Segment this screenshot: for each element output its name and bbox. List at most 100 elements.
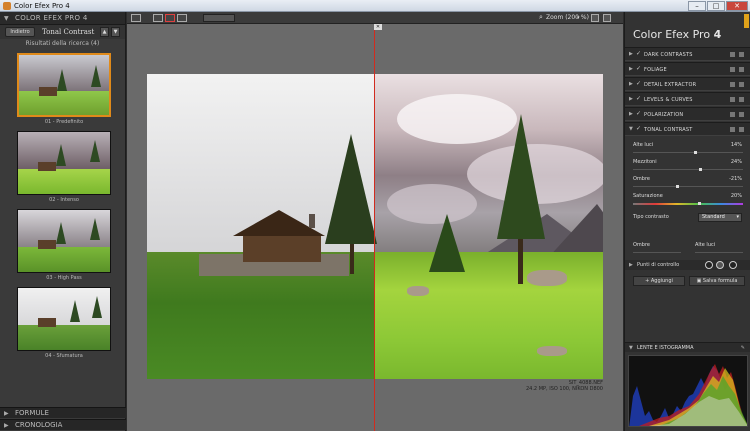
- filter-name: Tonal Contrast: [42, 28, 95, 36]
- loupe-toggle-icon[interactable]: [591, 14, 599, 22]
- copy-icon[interactable]: [730, 97, 735, 102]
- collapse-icon[interactable]: ▼: [629, 126, 633, 132]
- save-recipe-button[interactable]: ▣ Salva formula: [689, 276, 745, 286]
- filter-detail-extractor[interactable]: ▶ ✓ DETAIL EXTRACTOR: [625, 77, 750, 91]
- control-points-row[interactable]: ▶ Punti di controllo: [625, 260, 750, 270]
- copy-icon[interactable]: [730, 52, 735, 57]
- preset-thumbnail-4[interactable]: [17, 287, 111, 351]
- expand-icon[interactable]: ▶: [629, 96, 633, 102]
- expand-icon[interactable]: ▶: [629, 81, 633, 87]
- saturation-slider-knob[interactable]: [698, 202, 701, 205]
- midtones-slider[interactable]: [633, 169, 743, 170]
- copy-icon[interactable]: [730, 67, 735, 72]
- expand-icon[interactable]: ▶: [629, 51, 633, 57]
- add-filter-label: Aggiungi: [650, 278, 673, 284]
- filter-dark-contrasts[interactable]: ▶ ✓ DARK CONTRASTS: [625, 47, 750, 61]
- expand-icon[interactable]: ▶: [629, 66, 633, 72]
- background-toggle-icon[interactable]: [603, 14, 611, 22]
- thumb-grass: [18, 325, 110, 350]
- highlights-slider[interactable]: [633, 152, 743, 153]
- chevron-down-icon[interactable]: ▾: [577, 12, 580, 24]
- maximize-button[interactable]: □: [707, 1, 725, 11]
- add-filter-button[interactable]: + Aggiungi: [633, 276, 685, 286]
- check-icon[interactable]: ✓: [636, 65, 641, 72]
- contrast-type-label: Tipo contrasto: [633, 214, 669, 220]
- delete-icon[interactable]: [739, 52, 744, 57]
- filters-panel: Color Efex Pro 4 ▶ ✓ DARK CONTRASTS ▶ ✓ …: [624, 12, 750, 431]
- collapse-icon[interactable]: ▼: [629, 345, 633, 351]
- side-by-side-icon[interactable]: [165, 14, 175, 22]
- file-info: SIT_4088.NEF 24.2 MP, ISO 100, NIKON D80…: [526, 380, 603, 392]
- control-point-mask-icon[interactable]: [729, 261, 737, 269]
- cronologia-section[interactable]: ▶ CRONOLOGIA: [0, 419, 126, 430]
- filter-levels-curves[interactable]: ▶ ✓ LEVELS & CURVES: [625, 92, 750, 106]
- thumb-tree: [56, 144, 66, 166]
- loupe-histogram-header[interactable]: ▼ LENTE E ISTOGRAMMA ✎: [625, 342, 750, 352]
- check-icon[interactable]: ✓: [636, 95, 641, 102]
- cronologia-label: CRONOLOGIA: [15, 421, 63, 429]
- expand-icon[interactable]: ▶: [629, 111, 633, 117]
- saturation-slider[interactable]: [633, 203, 743, 205]
- split-handle-icon[interactable]: ✕: [374, 24, 382, 30]
- thumb-house: [38, 162, 56, 171]
- filter-polarization[interactable]: ▶ ✓ POLARIZATION: [625, 107, 750, 121]
- delete-icon[interactable]: [739, 97, 744, 102]
- delete-icon[interactable]: [739, 67, 744, 72]
- back-button[interactable]: Indietro: [5, 27, 35, 37]
- close-button[interactable]: ✕: [726, 1, 748, 11]
- presets-toolrow: Indietro Tonal Contrast ▲ ▼: [0, 25, 125, 39]
- check-icon[interactable]: ✓: [636, 50, 641, 57]
- preset-thumbnail-2[interactable]: [17, 131, 111, 195]
- protect-shadows-label: Ombre: [633, 242, 651, 248]
- preset-label-2: 02 - Intenso: [49, 197, 79, 203]
- presets-header[interactable]: ▼ COLOR EFEX PRO 4: [0, 12, 125, 25]
- pin-icon[interactable]: ✎: [741, 343, 745, 353]
- shadows-value: -21%: [729, 176, 742, 182]
- split-divider[interactable]: [374, 30, 375, 431]
- contrast-type-dropdown[interactable]: Standard ▾: [698, 213, 742, 222]
- split-view-icon[interactable]: [153, 14, 163, 22]
- protect-highlights-slider[interactable]: [695, 252, 743, 253]
- formule-section[interactable]: ▶ FORMULE: [0, 407, 126, 418]
- nav-up-button[interactable]: ▲: [100, 27, 109, 37]
- histogram-graph: [629, 364, 747, 426]
- thumb-house: [38, 240, 56, 249]
- delete-icon[interactable]: [739, 112, 744, 117]
- brand-version: 4: [713, 28, 722, 41]
- copy-icon[interactable]: [730, 127, 735, 132]
- single-view-icon[interactable]: [131, 14, 141, 22]
- minimize-button[interactable]: –: [688, 1, 706, 11]
- chevron-down-icon: ▾: [736, 214, 739, 220]
- check-icon[interactable]: ✓: [636, 110, 641, 117]
- thumb-tree: [70, 300, 80, 322]
- nav-down-button[interactable]: ▼: [111, 27, 120, 37]
- midtones-slider-knob[interactable]: [699, 168, 702, 171]
- copy-icon[interactable]: [730, 112, 735, 117]
- remove-control-point-icon[interactable]: [716, 261, 724, 269]
- pine-tree-right: [497, 114, 545, 239]
- delete-icon[interactable]: [739, 127, 744, 132]
- background-color-slider[interactable]: [203, 14, 235, 22]
- expand-icon: ▶: [4, 410, 9, 417]
- filter-foliage[interactable]: ▶ ✓ FOLIAGE: [625, 62, 750, 76]
- shadows-slider[interactable]: [633, 186, 743, 187]
- add-control-point-icon[interactable]: [705, 261, 713, 269]
- copy-icon[interactable]: [730, 82, 735, 87]
- check-icon[interactable]: ✓: [636, 125, 641, 132]
- preset-thumbnail-1[interactable]: [17, 53, 111, 117]
- expand-icon[interactable]: ▶: [629, 262, 633, 268]
- filter-tonal-contrast[interactable]: ▼ ✓ TONAL CONTRAST: [625, 122, 750, 136]
- check-icon[interactable]: ✓: [636, 80, 641, 87]
- preset-thumbnail-3[interactable]: [17, 209, 111, 273]
- shadows-slider-knob[interactable]: [676, 185, 679, 188]
- filter-label: DETAIL EXTRACTOR: [644, 82, 697, 88]
- thumb-house: [38, 318, 56, 327]
- saturation-label: Saturazione: [633, 193, 663, 199]
- delete-icon[interactable]: [739, 82, 744, 87]
- highlights-slider-knob[interactable]: [694, 151, 697, 154]
- zoom-dropdown[interactable]: Zoom (200 %): [546, 12, 589, 24]
- protect-shadows-slider[interactable]: [633, 252, 681, 253]
- compare-view-icon[interactable]: [177, 14, 187, 22]
- preview-image: [147, 74, 603, 379]
- shadows-label: Ombre: [633, 176, 651, 182]
